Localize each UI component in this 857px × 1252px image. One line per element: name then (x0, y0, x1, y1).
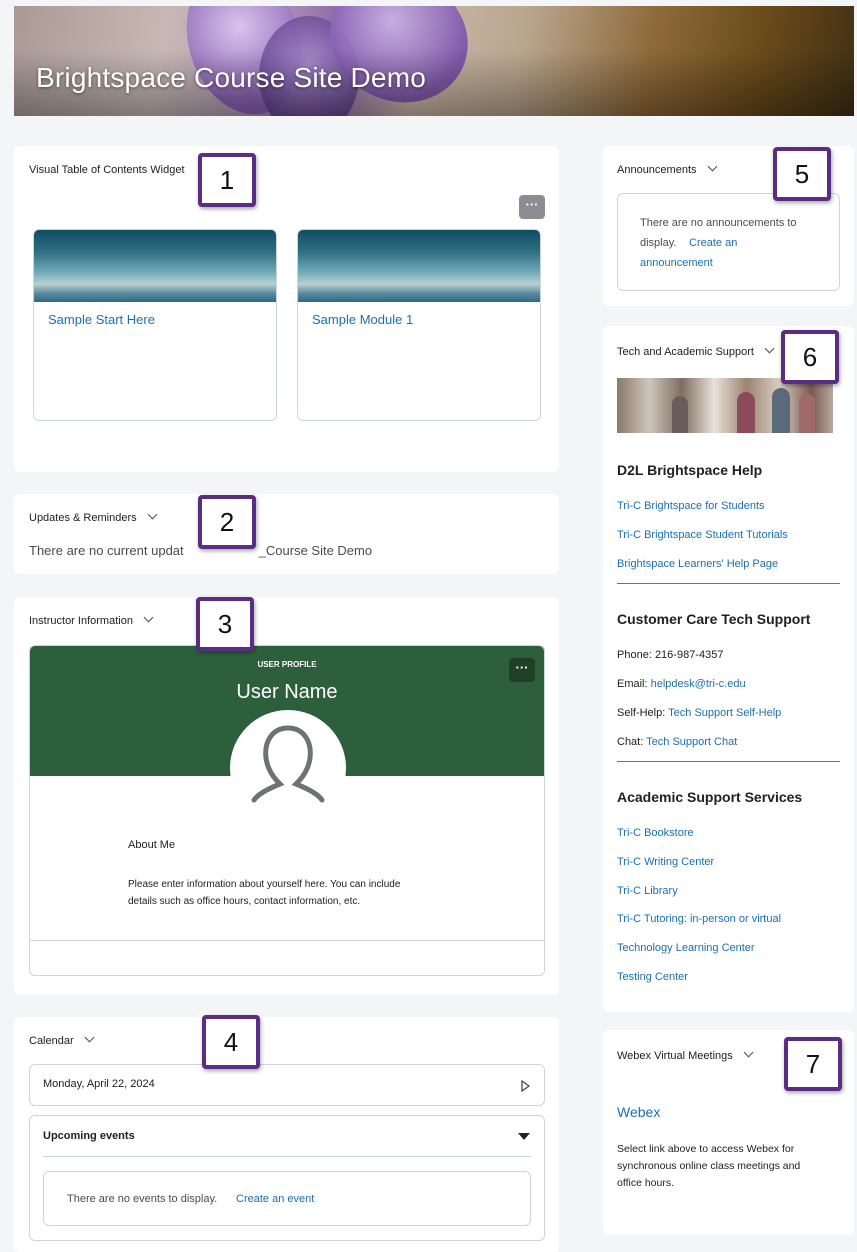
callout-number: 3 (196, 597, 254, 651)
upcoming-divider (43, 1156, 531, 1157)
profile-divider (30, 940, 544, 941)
announcements-empty-text: There are no announcements to (640, 217, 797, 229)
academic-link[interactable]: Technology Learning Center (617, 942, 755, 954)
vtoc-more-button[interactable]: ··· (519, 195, 545, 219)
announcements-title-text: Announcements (617, 164, 697, 176)
support-title-text: Tech and Academic Support (617, 346, 754, 358)
webex-description: synchronous online class meetings and (617, 1160, 801, 1172)
support-divider (617, 761, 840, 762)
webex-description: office hours. (617, 1177, 675, 1189)
callout-number: 4 (202, 1015, 260, 1069)
academic-link[interactable]: Tri-C Writing Center (617, 856, 714, 868)
phone-label: Phone: (617, 649, 652, 661)
webex-link[interactable]: Webex (617, 1104, 660, 1120)
about-text-line: Please enter information about yourself … (128, 879, 401, 890)
updates-message-end: _Course Site Demo (258, 543, 373, 558)
photo-person (737, 392, 755, 433)
photo-person (799, 394, 815, 433)
course-banner: Brightspace Course Site Demo (14, 6, 854, 116)
callout-number: 7 (784, 1037, 842, 1091)
chevron-down-icon[interactable] (143, 612, 154, 623)
photo-person (772, 388, 790, 433)
chevron-down-icon[interactable] (707, 161, 717, 172)
help-link[interactable]: Tri-C Brightspace Student Tutorials (617, 529, 788, 541)
calendar-title-text: Calendar (29, 1035, 74, 1047)
selfhelp-link[interactable]: Tech Support Self-Help (668, 707, 781, 719)
callout-number: 5 (773, 147, 831, 201)
callout-number: 6 (781, 330, 839, 384)
vtoc-widget-title: Visual Table of Contents Widget (29, 164, 185, 176)
profile-user-name: User Name (236, 681, 338, 703)
photo-person (672, 396, 688, 433)
care-heading: Customer Care Tech Support (617, 611, 811, 627)
tile-image (298, 230, 540, 302)
chevron-down-icon[interactable] (764, 343, 775, 354)
academic-link[interactable]: Tri-C Library (617, 885, 678, 897)
academic-heading: Academic Support Services (617, 789, 803, 805)
support-photo (617, 378, 833, 433)
academic-link[interactable]: Tri-C Bookstore (617, 827, 694, 839)
upcoming-events-panel: Upcoming events There are no events to d… (29, 1115, 545, 1241)
help-heading: D2L Brightspace Help (617, 462, 763, 478)
no-events-box: There are no events to display. Create a… (43, 1171, 531, 1226)
profile-caption: USER PROFILE (257, 660, 317, 669)
calendar-date-row[interactable]: Monday, April 22, 2024 (29, 1064, 545, 1106)
upcoming-events-label[interactable]: Upcoming events (43, 1130, 135, 1142)
updates-title-text: Updates & Reminders (29, 512, 137, 524)
email-link[interactable]: helpdesk@tri-c.edu (651, 678, 746, 690)
announcements-empty-text: display. (640, 237, 677, 249)
no-events-text: There are no events to display. (67, 1193, 218, 1205)
banner-shade (14, 6, 854, 116)
tile-image (34, 230, 276, 302)
calendar-widget-title[interactable]: Calendar (29, 1032, 95, 1047)
callout-number: 1 (198, 153, 256, 207)
academic-link[interactable]: Testing Center (617, 971, 688, 983)
chevron-down-icon[interactable] (84, 1032, 95, 1043)
user-profile-card: USER PROFILE User Name ··· About Me Plea… (29, 645, 545, 976)
create-event-link[interactable]: Create an event (236, 1193, 314, 1205)
profile-more-button[interactable]: ··· (509, 658, 535, 682)
selfhelp-line: Self-Help: Tech Support Self-Help (617, 707, 781, 719)
announcements-widget-title[interactable]: Announcements (617, 161, 717, 176)
support-divider (617, 583, 840, 584)
email-label: Email: (617, 678, 648, 690)
webex-widget-title[interactable]: Webex Virtual Meetings (617, 1047, 754, 1062)
updates-widget (14, 494, 559, 574)
chat-line: Chat: Tech Support Chat (617, 736, 737, 748)
avatar (230, 710, 346, 826)
vtoc-tile[interactable]: Sample Module 1 (297, 229, 541, 421)
instructor-widget-title[interactable]: Instructor Information (29, 612, 154, 627)
user-silhouette-icon (251, 725, 325, 803)
help-link[interactable]: Tri-C Brightspace for Students (617, 500, 765, 512)
webex-description: Select link above to access Webex for (617, 1143, 795, 1155)
announcements-empty-box: There are no announcements to display. C… (617, 193, 840, 291)
chat-label: Chat: (617, 736, 644, 748)
callout-number: 2 (198, 495, 256, 549)
webex-title-text: Webex Virtual Meetings (617, 1050, 733, 1062)
create-announcement-link[interactable]: Create an (689, 237, 737, 249)
selfhelp-label: Self-Help: (617, 707, 666, 719)
create-announcement-link[interactable]: announcement (640, 257, 713, 269)
tile-link[interactable]: Sample Start Here (48, 312, 155, 327)
support-widget-title[interactable]: Tech and Academic Support (617, 343, 775, 358)
chevron-down-icon[interactable] (743, 1047, 754, 1058)
chevron-down-icon[interactable] (147, 509, 158, 520)
updates-widget-title[interactable]: Updates & Reminders (29, 509, 158, 524)
email-line: Email: helpdesk@tri-c.edu (617, 678, 746, 690)
caret-down-icon[interactable] (518, 1133, 530, 1141)
next-day-icon[interactable] (521, 1080, 531, 1092)
course-title: Brightspace Course Site Demo (36, 62, 426, 93)
updates-message-start: There are no current updat (29, 543, 184, 558)
calendar-date: Monday, April 22, 2024 (43, 1078, 155, 1090)
vtoc-tile[interactable]: Sample Start Here (33, 229, 277, 421)
phone-number: 216-987-4357 (654, 649, 724, 661)
about-heading: About Me (128, 839, 176, 851)
about-text-line: details such as office hours, contact in… (128, 896, 361, 907)
help-link[interactable]: Brightspace Learners' Help Page (617, 558, 778, 570)
chat-link[interactable]: Tech Support Chat (646, 736, 737, 748)
instructor-title-text: Instructor Information (29, 615, 133, 627)
tile-link[interactable]: Sample Module 1 (312, 312, 413, 327)
phone-line: Phone: 216-987-4357 (617, 649, 723, 661)
academic-link[interactable]: Tri-C Tutoring: in-person or virtual (617, 913, 781, 925)
